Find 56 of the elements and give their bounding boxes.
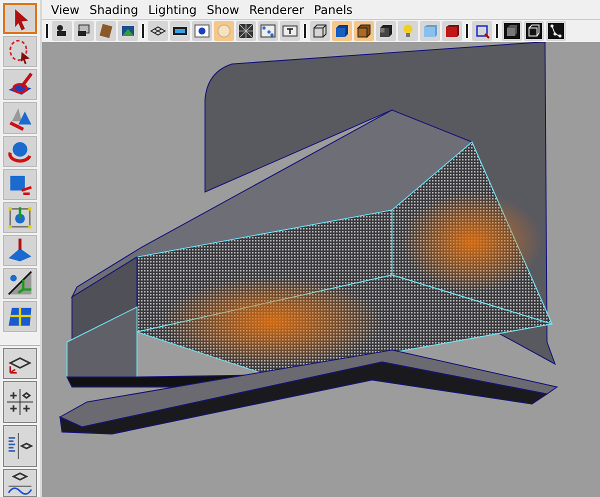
- layout-button[interactable]: [3, 380, 37, 423]
- four-pane-layout-icon: [7, 388, 33, 415]
- tool-button[interactable]: [3, 69, 37, 100]
- menu-item[interactable]: Renderer: [244, 2, 309, 16]
- soft-modify-icon: [7, 237, 33, 264]
- toolbar-divider: [142, 24, 144, 38]
- toolbar-button[interactable]: [280, 21, 300, 41]
- toolbar-button[interactable]: [376, 21, 396, 41]
- toolbar-button[interactable]: [502, 21, 522, 41]
- tool-button[interactable]: [3, 268, 37, 299]
- toolbar-button[interactable]: [354, 21, 374, 41]
- wireframe-cube-icon: [526, 23, 542, 39]
- menu-item[interactable]: Shading: [84, 2, 144, 16]
- toolbar-button[interactable]: [332, 21, 352, 41]
- toolbar-divider: [466, 24, 468, 38]
- landscape-icon: [120, 23, 136, 39]
- vertex-points-icon: [260, 23, 276, 39]
- toolbar-button[interactable]: [524, 21, 544, 41]
- toolbar-divider: [304, 24, 306, 38]
- mesh-grid-icon: [238, 23, 254, 39]
- toolbar-button[interactable]: [258, 21, 278, 41]
- menu-item[interactable]: Lighting: [143, 2, 202, 16]
- menu-item[interactable]: View: [46, 2, 84, 16]
- layout-button[interactable]: [3, 348, 37, 379]
- cube-icon: [356, 23, 372, 39]
- toolbar-button[interactable]: [546, 21, 566, 41]
- selection-box-icon: [474, 23, 490, 39]
- toolbar-divider: [496, 24, 498, 38]
- cube-icon: [444, 23, 460, 39]
- outliner-layout-icon: [7, 432, 33, 459]
- joint-chain-icon: [548, 23, 564, 39]
- toolbar-divider: [46, 24, 48, 38]
- layout-button[interactable]: [3, 424, 37, 467]
- book-icon: [98, 23, 114, 39]
- toolbar-button[interactable]: [236, 21, 256, 41]
- text-icon: [282, 23, 298, 39]
- menu-item[interactable]: Show: [202, 2, 244, 16]
- tool-button[interactable]: [3, 36, 37, 68]
- graph-layout-icon: [7, 470, 33, 496]
- manipulator-axes-icon: [7, 270, 33, 296]
- toolbar-button[interactable]: [472, 21, 492, 41]
- toolbar-button[interactable]: [170, 21, 190, 41]
- wireframe-cube-icon: [312, 23, 328, 39]
- toolbar-button[interactable]: [74, 21, 94, 41]
- layout-button[interactable]: [3, 468, 37, 497]
- toolbar-button[interactable]: [192, 21, 212, 41]
- circle-icon: [216, 23, 232, 39]
- x-ray-cube-icon: [504, 23, 520, 39]
- toolbar-button[interactable]: [52, 21, 72, 41]
- cube-icon: [334, 23, 350, 39]
- menu-item[interactable]: Panels: [308, 2, 358, 16]
- cube-icon: [422, 23, 438, 39]
- toolbar-button[interactable]: [442, 21, 462, 41]
- checker-cube-icon: [378, 23, 394, 39]
- toolbar-button[interactable]: [310, 21, 330, 41]
- toolbar-button[interactable]: [148, 21, 168, 41]
